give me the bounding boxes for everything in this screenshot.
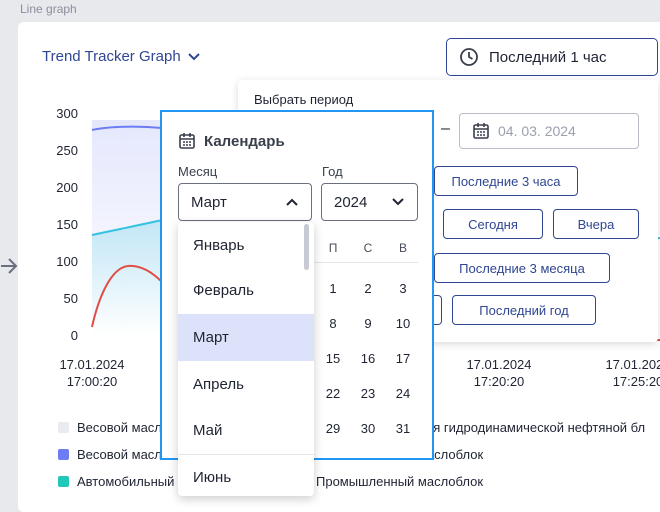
legend-swatch [58, 449, 69, 460]
weekday-header: В [398, 241, 407, 255]
y-tick: 150 [56, 217, 78, 232]
calendar-day[interactable]: 29 [318, 421, 348, 436]
x-tick: 17.01.2024 17:00:20 [59, 357, 125, 389]
last-year-button[interactable]: Последний год [452, 295, 596, 325]
legend-item[interactable]: Весовой масл [58, 447, 162, 462]
month-option-selected[interactable]: Март [178, 314, 314, 361]
calendar-day[interactable]: 24 [388, 386, 418, 401]
calendar-day[interactable]: 3 [388, 281, 418, 296]
calendar-day[interactable]: 9 [353, 316, 383, 331]
date-to-value: 04. 03. 2024 [498, 123, 576, 139]
series-area-cyan [92, 220, 162, 335]
month-label: Месяц [178, 164, 218, 179]
weekday-header: С [363, 241, 373, 255]
calendar-day[interactable]: 2 [353, 281, 383, 296]
y-tick: 300 [56, 106, 78, 121]
calendar-day[interactable]: 17 [388, 351, 418, 366]
yesterday-button[interactable]: Вчера [553, 209, 639, 239]
legend-item[interactable]: Весовой масл [58, 420, 162, 435]
weekday-divider [312, 262, 418, 263]
year-select[interactable]: 2024 [321, 183, 418, 221]
calendar-icon [179, 133, 195, 149]
month-option[interactable]: Апрель [178, 361, 314, 408]
month-select[interactable]: Март [178, 183, 312, 221]
calendar-day[interactable]: 16 [353, 351, 383, 366]
partial-button-edge[interactable] [434, 295, 442, 325]
legend-item[interactable]: Промышленный маслоблок [316, 474, 483, 489]
y-tick: 50 [63, 291, 78, 306]
calendar-day[interactable]: 1 [318, 281, 348, 296]
date-to-input[interactable]: 04. 03. 2024 [459, 113, 639, 149]
calendar-day[interactable]: 22 [318, 386, 348, 401]
chevron-down-icon [392, 198, 404, 206]
month-option[interactable]: Январь [178, 222, 314, 269]
month-list-scrollbar[interactable] [304, 224, 309, 270]
weekday-header: П [328, 241, 338, 255]
y-tick: 200 [56, 180, 78, 195]
chevron-up-icon [286, 198, 298, 206]
date-range-dash: – [441, 120, 450, 137]
today-button[interactable]: Сегодня [443, 209, 543, 239]
arrow-right-icon[interactable] [0, 254, 18, 278]
legend-swatch [58, 476, 69, 487]
calendar-day[interactable]: 31 [388, 421, 418, 436]
last-3-hours-button[interactable]: Последние 3 часа [434, 166, 578, 196]
month-option[interactable]: Май [178, 407, 314, 454]
legend-swatch [58, 422, 69, 433]
y-tick: 100 [56, 254, 78, 269]
period-panel-label: Выбрать период [254, 92, 354, 107]
y-tick: 0 [70, 328, 78, 343]
x-tick: 17.01.2024 17:20:20 [466, 357, 532, 389]
calendar-day[interactable]: 15 [318, 351, 348, 366]
year-label: Год [322, 164, 343, 179]
last-3-months-button[interactable]: Последние 3 месяца [434, 253, 610, 283]
month-dropdown-list: Январь Февраль Март Апрель Май Июнь [178, 222, 314, 496]
month-option[interactable]: Февраль [178, 267, 314, 314]
month-option[interactable]: Июнь [178, 454, 314, 496]
y-tick: 250 [56, 143, 78, 158]
calendar-day[interactable]: 30 [353, 421, 383, 436]
calendar-day[interactable]: 8 [318, 316, 348, 331]
calendar-day[interactable]: 23 [353, 386, 383, 401]
legend-item[interactable]: Автомобильный [58, 474, 174, 489]
legend-item[interactable]: ия гидродинамической нефтяной бл [426, 420, 645, 435]
x-tick: 17.01.202417:25:20 [605, 357, 660, 389]
calendar-icon [473, 123, 489, 139]
calendar-title: Календарь [178, 132, 285, 150]
calendar-day[interactable]: 10 [388, 316, 418, 331]
